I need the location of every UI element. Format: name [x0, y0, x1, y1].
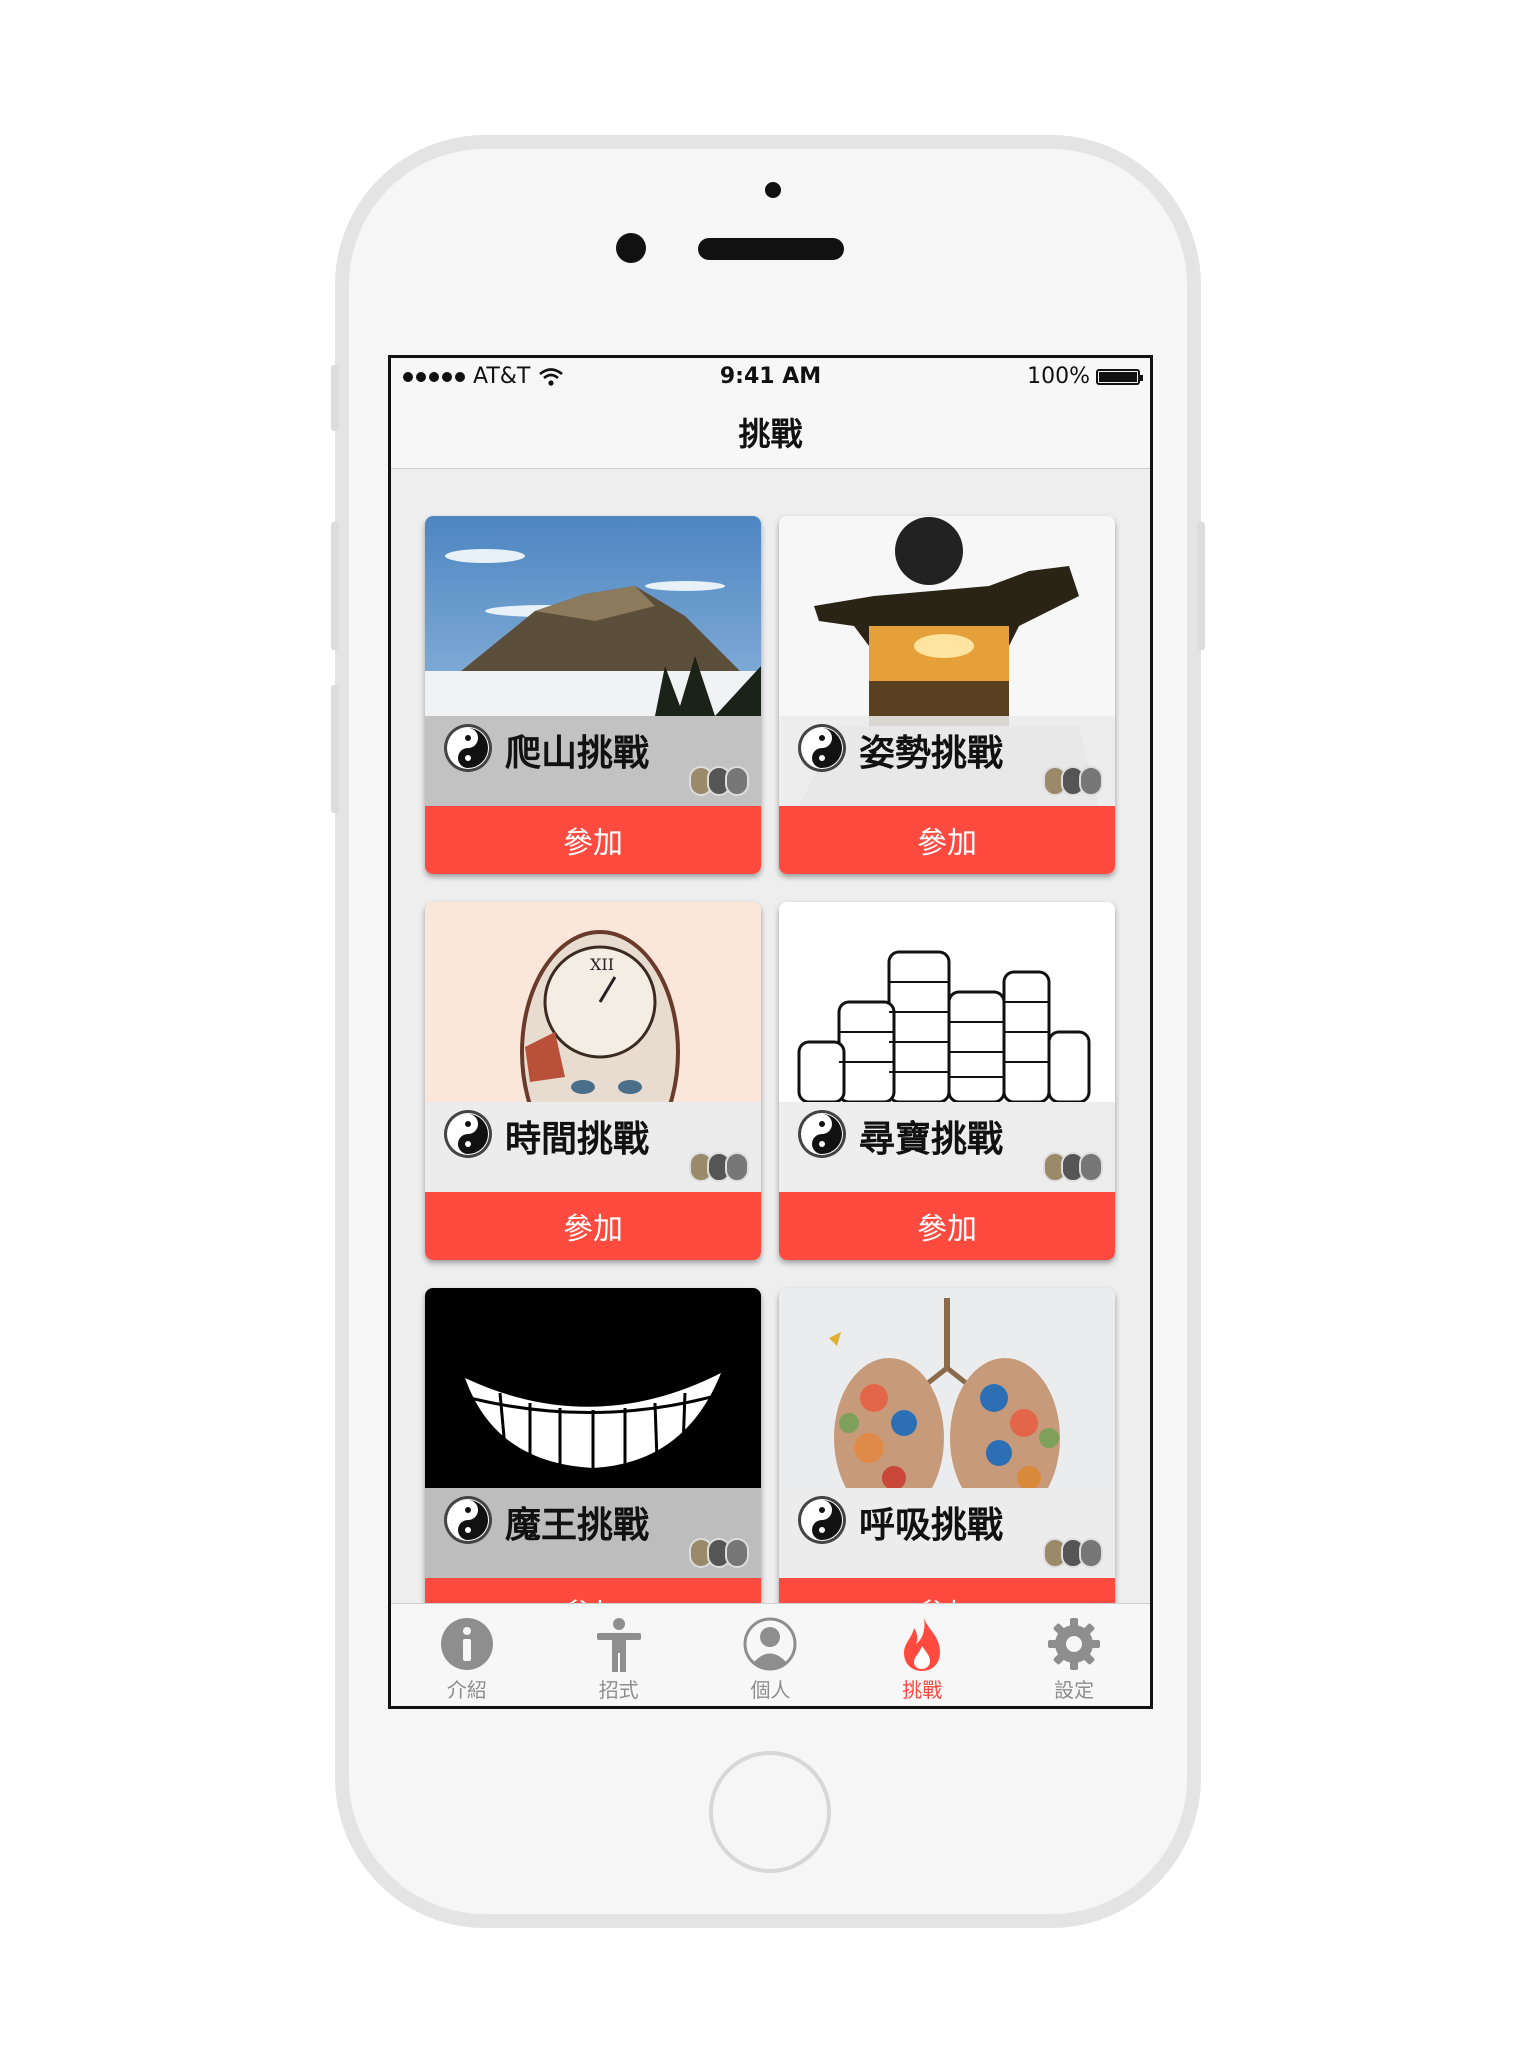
gear-icon — [1048, 1618, 1101, 1670]
yin-yang-icon — [447, 1499, 489, 1541]
join-button[interactable]: 參加 — [425, 806, 761, 874]
screen: AT&T 9:41 AM 100% 挑戰 爬山挑戰 參加 姿勢挑戰 參加 XII… — [388, 355, 1153, 1709]
page-title: 挑戰 — [738, 415, 803, 453]
nav-bar: 挑戰 — [391, 396, 1150, 469]
battery-percent: 100% — [1027, 364, 1090, 389]
yin-yang-icon — [801, 727, 843, 769]
join-button[interactable]: 參加 — [779, 1192, 1115, 1260]
profile-icon — [743, 1617, 797, 1671]
proximity-sensor — [765, 182, 781, 198]
participant-avatars — [689, 1152, 749, 1182]
tab-label: 招式 — [598, 1678, 639, 1702]
join-button[interactable]: 參加 — [425, 1192, 761, 1260]
challenge-card-time[interactable]: XII 時間挑戰 參加 — [425, 902, 761, 1260]
challenge-title: 時間挑戰 — [505, 1119, 650, 1160]
svg-text:XII: XII — [590, 955, 614, 974]
flame-icon — [904, 1618, 941, 1671]
participant-avatars — [1043, 1152, 1103, 1182]
earpiece-speaker — [698, 238, 844, 260]
tab-profile[interactable]: 個人 — [695, 1604, 847, 1706]
challenge-card-hiking[interactable]: 爬山挑戰 參加 — [425, 516, 761, 874]
participant-avatars — [689, 1538, 749, 1568]
challenge-card-posture[interactable]: 姿勢挑戰 參加 — [779, 516, 1115, 874]
volume-down-button — [331, 685, 339, 813]
yin-yang-icon — [801, 1113, 843, 1155]
challenge-title: 尋寶挑戰 — [859, 1119, 1004, 1160]
tab-bar: 介紹 招式 個人 挑戰 設定 — [391, 1603, 1150, 1706]
tab-label: 設定 — [1054, 1678, 1095, 1702]
challenge-title: 呼吸挑戰 — [859, 1505, 1004, 1546]
person-icon — [596, 1618, 641, 1672]
tab-moves[interactable]: 招式 — [543, 1604, 695, 1706]
challenge-title: 姿勢挑戰 — [859, 733, 1004, 774]
participant-avatars — [1043, 1538, 1103, 1568]
power-button — [1197, 522, 1205, 650]
join-button[interactable]: 參加 — [779, 806, 1115, 874]
challenge-title: 魔王挑戰 — [505, 1505, 650, 1546]
mute-switch — [331, 365, 339, 431]
front-camera — [616, 233, 646, 263]
home-button[interactable] — [709, 1751, 831, 1873]
info-icon — [440, 1618, 493, 1670]
yin-yang-icon — [447, 1113, 489, 1155]
tab-label: 挑戰 — [902, 1678, 943, 1702]
challenge-card-breathing[interactable]: 呼吸挑戰 參加 — [779, 1288, 1115, 1646]
tab-intro[interactable]: 介紹 — [391, 1604, 543, 1706]
participant-avatars — [1043, 766, 1103, 796]
yin-yang-icon — [447, 727, 489, 769]
tab-label: 介紹 — [446, 1678, 487, 1702]
battery-icon — [1096, 368, 1143, 385]
challenge-title: 爬山挑戰 — [505, 733, 650, 774]
yin-yang-icon — [801, 1499, 843, 1541]
status-bar: AT&T 9:41 AM 100% — [391, 358, 1150, 396]
volume-up-button — [331, 522, 339, 650]
battery-status: 100% — [1027, 364, 1143, 389]
tab-settings[interactable]: 設定 — [998, 1604, 1150, 1706]
tab-label: 個人 — [750, 1678, 791, 1702]
challenge-card-treasure[interactable]: 尋寶挑戰 參加 — [779, 902, 1115, 1260]
participant-avatars — [689, 766, 749, 796]
challenge-card-boss[interactable]: 魔王挑戰 參加 — [425, 1288, 761, 1646]
tab-challenge[interactable]: 挑戰 — [846, 1604, 998, 1706]
